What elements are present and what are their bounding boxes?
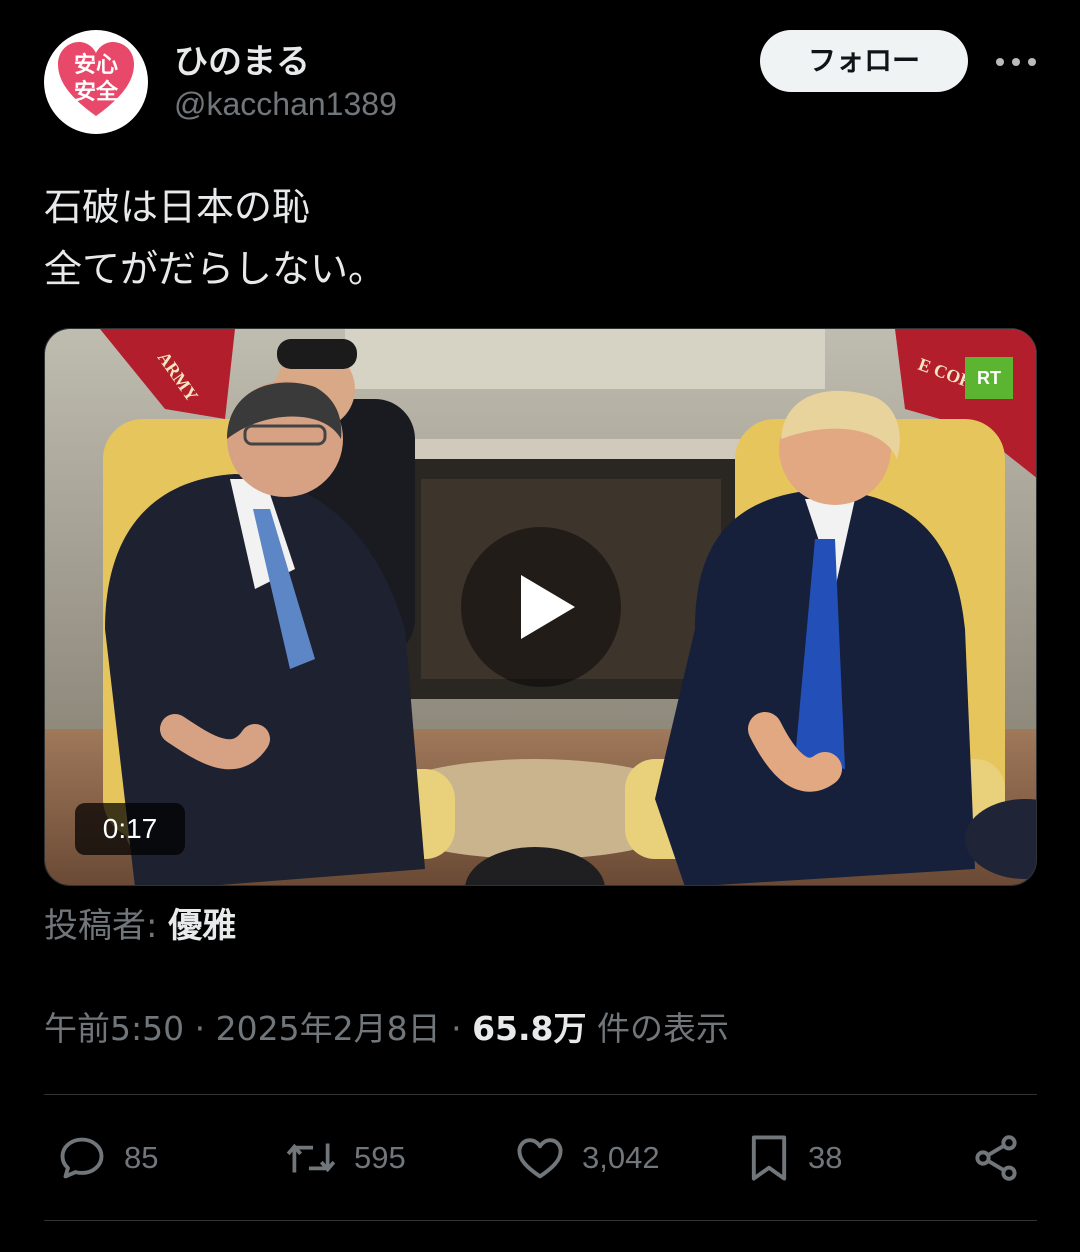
meta-separator: ·	[184, 1009, 216, 1048]
like-button[interactable]: 3,042	[514, 1126, 660, 1190]
view-count: 65.8万	[472, 1009, 587, 1048]
play-icon[interactable]	[461, 527, 621, 687]
repost-count: 595	[354, 1140, 406, 1175]
heart-icon	[517, 1138, 563, 1179]
tweet-time[interactable]: 午前5:50	[44, 1009, 184, 1048]
share-button[interactable]	[970, 1126, 1038, 1190]
tweet-meta: 午前5:50 · 2025年2月8日 · 65.8万 件の表示	[44, 1002, 729, 1050]
bookmark-count: 38	[808, 1140, 843, 1175]
video-duration: 0:17	[75, 803, 185, 855]
meta-separator: ·	[440, 1009, 473, 1048]
reply-count: 85	[124, 1140, 159, 1175]
like-count: 3,042	[582, 1140, 660, 1175]
tweet-text-line: 全てがだらしない。	[44, 247, 387, 291]
attribution-name[interactable]: 優雅	[168, 906, 236, 946]
display-name[interactable]: ひのまる	[174, 34, 310, 83]
tweet-text-line: 石破は日本の恥	[44, 185, 311, 229]
rt-watermark: RT	[965, 357, 1013, 399]
tweet-text: 石破は日本の恥 全てがだらしない。	[44, 176, 386, 300]
more-options-icon[interactable]	[996, 54, 1036, 70]
divider	[44, 1220, 1037, 1221]
reply-icon	[60, 1137, 104, 1179]
media-attribution: 投稿者: 優雅	[44, 898, 236, 947]
reply-button[interactable]: 85	[56, 1126, 158, 1190]
tweet-header: 安心 安全 ひのまる @kacchan1389 フォロー	[44, 30, 1044, 134]
avatar-label: 安心 安全	[73, 53, 118, 105]
action-bar: 85 595 3,042 38	[0, 1126, 1080, 1190]
user-handle[interactable]: @kacchan1389	[174, 86, 397, 123]
share-icon	[975, 1135, 1017, 1181]
divider	[44, 1094, 1037, 1095]
repost-button[interactable]: 595	[284, 1126, 406, 1190]
attribution-label: 投稿者:	[44, 906, 169, 946]
bookmark-button[interactable]: 38	[746, 1126, 842, 1190]
follow-button[interactable]: フォロー	[760, 30, 968, 92]
tweet-date[interactable]: 2025年2月8日	[216, 1009, 441, 1048]
repost-icon	[286, 1143, 336, 1173]
avatar[interactable]: 安心 安全	[44, 30, 148, 134]
video-player[interactable]: ARMY E CORPS RT 0:17	[44, 328, 1037, 886]
view-count-suffix: 件の表示	[586, 1009, 729, 1048]
bookmark-icon	[751, 1135, 787, 1181]
